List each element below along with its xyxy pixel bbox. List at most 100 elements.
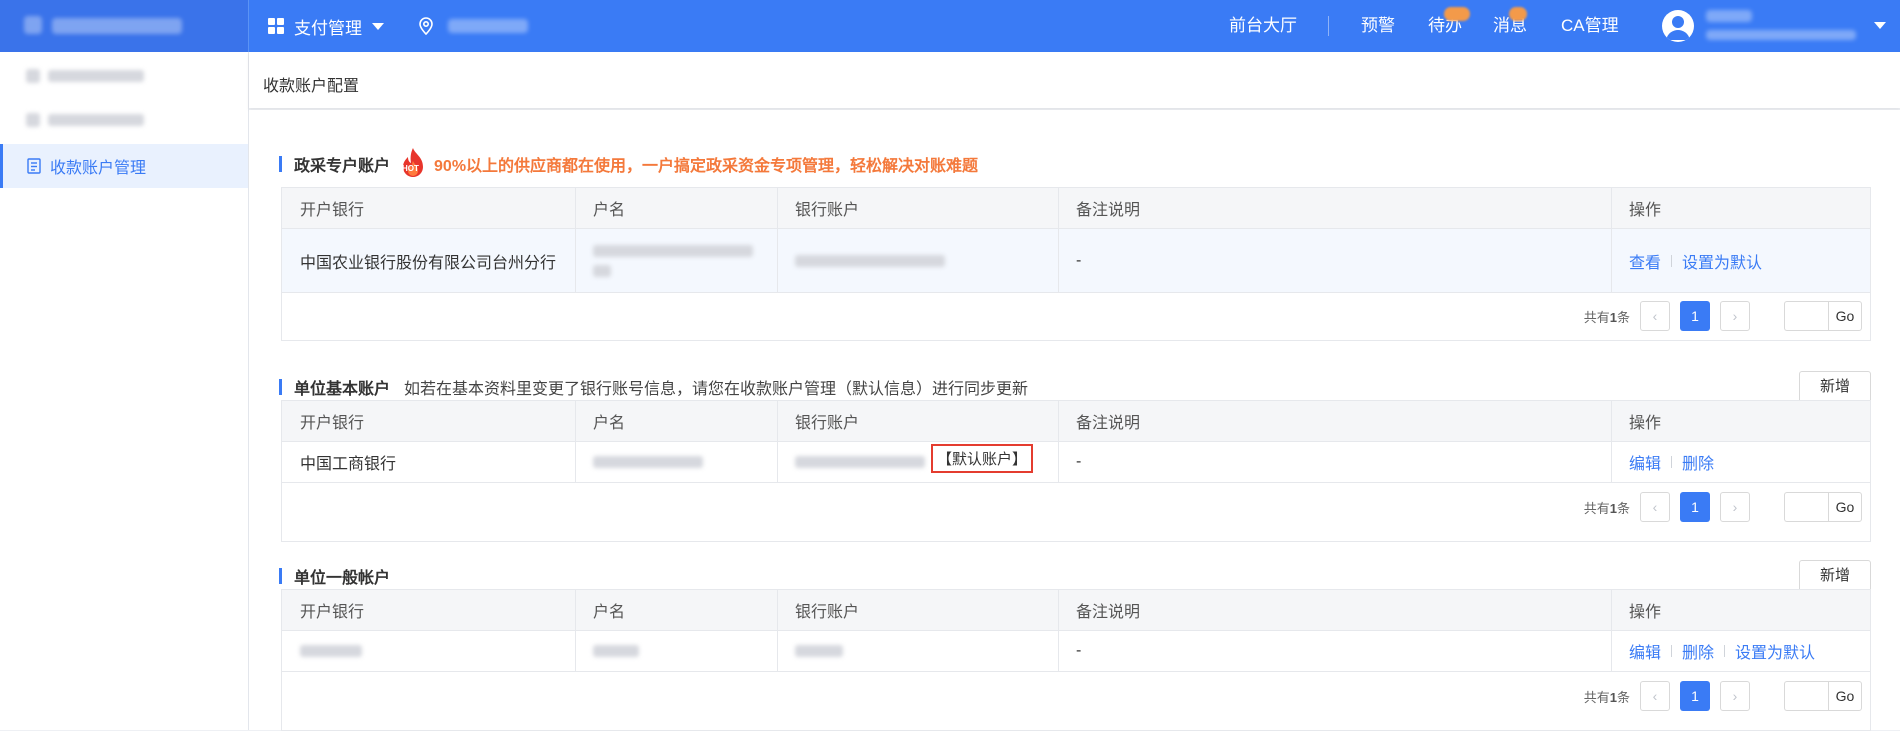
table-row: - 编辑 删除 设置为默认	[282, 631, 1870, 672]
platform-name-redacted	[52, 18, 182, 34]
section-title: 单位一般帐户	[294, 570, 391, 587]
caret-down-icon	[372, 22, 384, 30]
grid-icon	[268, 18, 284, 34]
basic-account-table: 开户银行 户名 银行账户 备注说明 操作 中国工商银行 【默认账户】 - 编辑 …	[281, 400, 1871, 542]
delete-link[interactable]: 删除	[1682, 639, 1714, 663]
next-page-button[interactable]: ›	[1720, 301, 1750, 331]
total-count: 共有1条	[1583, 309, 1630, 325]
page-1-button[interactable]: 1	[1680, 681, 1710, 711]
logo-area[interactable]	[0, 0, 249, 52]
col-remark: 备注说明	[1076, 202, 1141, 219]
payment-management-menu[interactable]: 支付管理	[268, 0, 384, 52]
col-actions: 操作	[1629, 202, 1662, 219]
edit-icon	[26, 113, 40, 127]
hot-flame-icon: HOT	[398, 147, 428, 181]
promo-text[interactable]: 90%以上的供应商都在使用，一户搞定政采资金专项管理，轻松解决对账难题	[434, 152, 978, 176]
location-text-redacted	[448, 19, 528, 33]
table-row: 中国工商银行 【默认账户】 - 编辑 删除	[282, 442, 1870, 483]
location-selector[interactable]	[418, 0, 528, 52]
sidebar-item-receiving-accounts[interactable]: 收款账户管理	[0, 144, 248, 188]
page-1-button[interactable]: 1	[1680, 301, 1710, 331]
user-avatar[interactable]	[1662, 10, 1694, 42]
section-accent-bar	[279, 568, 282, 584]
account-name-redacted	[575, 631, 777, 671]
section-hint: 如若在基本资料里变更了银行账号信息，请您在收款账户管理（默认信息）进行同步更新	[404, 381, 1029, 398]
todo-count-badge	[1444, 7, 1470, 21]
delete-link[interactable]: 删除	[1682, 450, 1714, 474]
list-doc-icon	[27, 158, 41, 174]
prev-page-button[interactable]: ‹	[1640, 681, 1670, 711]
go-button[interactable]: Go	[1828, 681, 1862, 711]
total-count: 共有1条	[1583, 689, 1630, 705]
view-link[interactable]: 查看	[1629, 249, 1661, 273]
table-row: 中国农业银行股份有限公司台州分行 - 查看 设置为默认	[282, 229, 1870, 293]
bank-name: 中国工商银行	[300, 456, 397, 473]
bank-name-redacted	[282, 631, 575, 671]
go-button[interactable]: Go	[1828, 492, 1862, 522]
sidebar-item-label: 收款账户管理	[50, 160, 147, 177]
account-name-redacted	[575, 442, 777, 482]
remark: -	[1076, 453, 1082, 470]
page-jump-input[interactable]	[1784, 301, 1828, 331]
user-org-redacted	[1706, 30, 1856, 40]
page-jump-input[interactable]	[1784, 492, 1828, 522]
nav-front-hall[interactable]: 前台大厅	[1229, 0, 1297, 52]
add-general-account-button[interactable]: 新增	[1799, 560, 1871, 592]
account-name-redacted	[575, 229, 777, 292]
next-page-button[interactable]: ›	[1720, 492, 1750, 522]
remark: -	[1076, 642, 1082, 659]
user-menu-caret-icon[interactable]	[1874, 22, 1886, 29]
table-header: 开户银行 户名 银行账户 备注说明 操作	[282, 590, 1870, 631]
sidebar-item-2[interactable]	[0, 98, 248, 142]
next-page-button[interactable]: ›	[1720, 681, 1750, 711]
go-button[interactable]: Go	[1828, 301, 1862, 331]
section-accent-bar	[279, 156, 282, 172]
edit-link[interactable]: 编辑	[1629, 639, 1661, 663]
remark: -	[1076, 251, 1082, 269]
pagination: 共有1条 ‹ 1 › Go	[1584, 300, 1862, 332]
col-account-number: 银行账户	[795, 415, 860, 432]
location-pin-icon	[419, 17, 433, 35]
total-count: 共有1条	[1583, 500, 1630, 516]
col-account-name: 户名	[593, 415, 626, 432]
main-content: 政采专户账户 HOT 90%以上的供应商都在使用，一户搞定政采资金专项管理，轻松…	[249, 110, 1900, 731]
sidebar: 收款账户管理	[0, 52, 249, 730]
add-basic-account-button[interactable]: 新增	[1799, 371, 1871, 403]
section-gov-account-header: 政采专户账户 HOT 90%以上的供应商都在使用，一户搞定政采资金专项管理，轻松…	[279, 148, 978, 177]
edit-link[interactable]: 编辑	[1629, 450, 1661, 474]
col-bank: 开户银行	[300, 604, 365, 621]
section-title: 政采专户账户	[294, 158, 391, 175]
section-basic-account-header: 单位基本账户 如若在基本资料里变更了银行账号信息，请您在收款账户管理（默认信息）…	[279, 376, 1028, 398]
payment-management-label: 支付管理	[294, 18, 362, 38]
set-default-link[interactable]: 设置为默认	[1682, 249, 1762, 273]
nav-ca-management[interactable]: CA管理	[1561, 0, 1619, 52]
edit-icon	[26, 69, 40, 83]
col-bank: 开户银行	[300, 202, 365, 219]
row-actions: 查看 设置为默认	[1611, 229, 1870, 292]
prev-page-button[interactable]: ‹	[1640, 301, 1670, 331]
set-default-link[interactable]: 设置为默认	[1735, 639, 1815, 663]
general-account-table: 开户银行 户名 银行账户 备注说明 操作 - 编辑 删除 设置为默认 共有1条 …	[281, 589, 1871, 731]
col-remark: 备注说明	[1076, 415, 1141, 432]
account-number-redacted	[777, 229, 1058, 292]
col-account-number: 银行账户	[795, 202, 860, 219]
breadcrumb: 收款账户配置	[249, 52, 1900, 108]
default-account-tag: 【默认账户】	[931, 444, 1034, 473]
row-actions: 编辑 删除	[1611, 442, 1870, 482]
sidebar-item-1[interactable]	[0, 54, 248, 98]
col-remark: 备注说明	[1076, 604, 1141, 621]
section-general-account-header: 单位一般帐户	[279, 565, 390, 587]
prev-page-button[interactable]: ‹	[1640, 492, 1670, 522]
section-title: 单位基本账户	[294, 381, 391, 398]
nav-divider	[1328, 16, 1329, 36]
bank-name: 中国农业银行股份有限公司台州分行	[300, 254, 557, 272]
account-number-cell: 【默认账户】	[777, 442, 1058, 482]
logo-icon	[24, 16, 42, 34]
nav-warning[interactable]: 预警	[1361, 0, 1395, 52]
row-actions: 编辑 删除 设置为默认	[1611, 631, 1870, 671]
page-1-button[interactable]: 1	[1680, 492, 1710, 522]
table-header: 开户银行 户名 银行账户 备注说明 操作	[282, 401, 1870, 442]
user-name-redacted	[1706, 10, 1752, 22]
page-jump-input[interactable]	[1784, 681, 1828, 711]
col-account-name: 户名	[593, 604, 626, 621]
